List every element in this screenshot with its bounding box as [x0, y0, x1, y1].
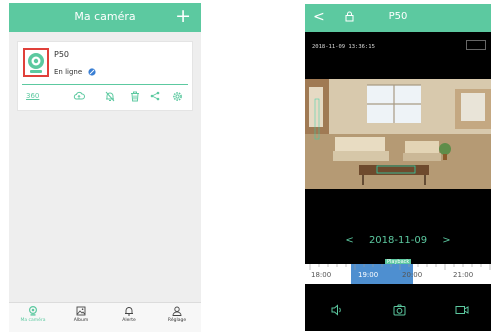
nav-item-alert[interactable]: Alerte — [105, 306, 153, 323]
album-icon — [76, 306, 86, 316]
camera-list-screen: Ma caméra + P50 En ligne 360 Ma caméra A… — [9, 3, 201, 332]
video-feed[interactable] — [305, 79, 491, 189]
screenshot: Ma caméra + P50 En ligne 360 Ma caméra A… — [0, 0, 494, 334]
bell-icon — [125, 307, 133, 316]
share-icon — [150, 91, 160, 101]
playback-timeline[interactable]: 18:00 19:00 20:00 21:00 — [305, 264, 491, 284]
timeline-label: 20:00 — [402, 271, 423, 279]
camera-thumbnail[interactable] — [23, 48, 49, 77]
date-navigator: < 2018-11-09 > — [305, 235, 491, 246]
nav-item-settings[interactable]: Réglage — [153, 306, 201, 323]
nav-label: Réglage — [167, 318, 187, 323]
nav-item-album[interactable]: Album — [57, 306, 105, 323]
camera-card[interactable]: P50 En ligne 360 — [17, 41, 193, 111]
delete-button[interactable] — [130, 88, 140, 104]
user-icon — [172, 306, 182, 316]
trash-icon — [131, 91, 139, 101]
current-date: 2018-11-09 — [368, 235, 428, 246]
settings-icon — [173, 91, 182, 101]
add-camera-button[interactable]: + — [175, 5, 191, 27]
camera-title: P50 — [388, 11, 408, 22]
camera-playback-screen: < P50 2018-11-09 13:36:15 < 2018-11-09 >… — [305, 4, 491, 331]
living-room-image — [305, 79, 491, 189]
camera-status: En ligne — [54, 68, 96, 76]
timeline-ticks — [309, 264, 491, 270]
view-360-button[interactable]: 360 — [26, 88, 39, 104]
share-button[interactable] — [150, 88, 160, 104]
settings-button[interactable] — [172, 88, 183, 104]
nav-label: Alerte — [122, 318, 136, 323]
view-360-label: 360 — [26, 92, 40, 100]
cloud-button[interactable] — [73, 88, 85, 104]
card-divider — [22, 84, 188, 85]
camera-icon — [29, 306, 37, 316]
timeline-label: 21:00 — [453, 271, 474, 279]
alarm-button[interactable] — [105, 88, 115, 104]
online-status-icon — [88, 68, 96, 76]
next-date-button[interactable]: > — [442, 235, 450, 246]
camera-snapshot-icon[interactable] — [393, 304, 406, 316]
cloud-icon — [73, 91, 85, 100]
timeline-label: 19:00 — [358, 271, 379, 279]
playback-controls — [305, 291, 491, 331]
timeline-label: 18:00 — [311, 271, 332, 279]
page-title: Ma caméra — [74, 10, 136, 23]
video-record-icon[interactable] — [455, 304, 469, 316]
status-label: En ligne — [54, 68, 83, 76]
speaker-icon[interactable] — [331, 304, 343, 316]
osd-corner-overlay — [466, 40, 486, 50]
playback-header: < P50 — [305, 4, 491, 32]
nav-label: Ma caméra — [20, 318, 46, 323]
osd-timestamp: 2018-11-09 13:36:15 — [312, 44, 375, 50]
previous-date-button[interactable]: < — [345, 235, 353, 246]
nav-label: Album — [73, 318, 89, 323]
camera-toolbar: 360 — [22, 88, 188, 104]
camera-name: P50 — [54, 50, 70, 59]
camera-list-header: Ma caméra + — [9, 3, 201, 32]
bottom-nav: Ma caméra Album Alerte Réglage — [9, 302, 201, 332]
alarm-off-icon — [105, 91, 115, 101]
nav-item-my-camera[interactable]: Ma caméra — [9, 306, 57, 323]
camera-avatar-icon — [28, 53, 44, 73]
